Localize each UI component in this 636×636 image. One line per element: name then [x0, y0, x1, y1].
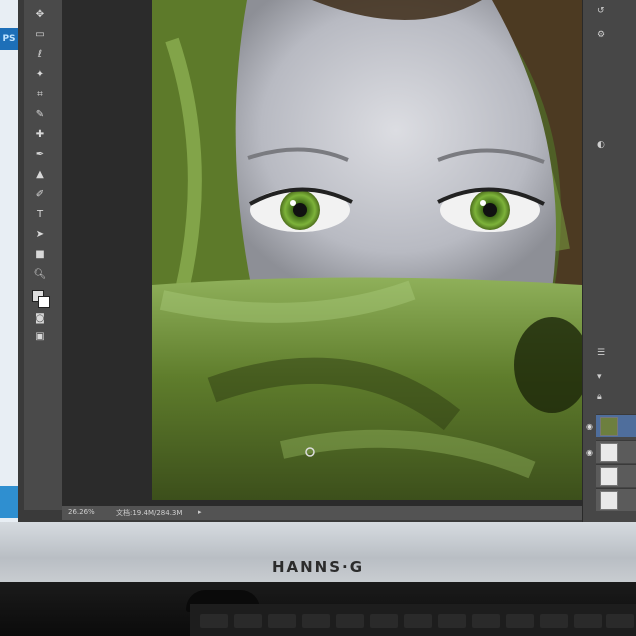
- stamp-tool-icon[interactable]: ▲: [32, 168, 48, 182]
- magic-wand-tool-icon[interactable]: ✦: [32, 68, 48, 82]
- eyedropper-tool-icon[interactable]: ✎: [32, 108, 48, 122]
- lasso-tool-icon[interactable]: ℓ: [32, 48, 48, 62]
- layers-tab-icon[interactable]: ☰: [597, 348, 617, 360]
- painting-illustration: [152, 0, 582, 500]
- move-tool-icon[interactable]: ✥: [32, 8, 48, 22]
- layer-thumbnail: [600, 417, 618, 436]
- marquee-tool-icon[interactable]: ▭: [32, 28, 48, 42]
- healing-tool-icon[interactable]: ✚: [32, 128, 48, 142]
- visibility-eye-icon[interactable]: ◉: [586, 422, 594, 431]
- shape-tool-icon[interactable]: ■: [32, 248, 48, 262]
- zoom-level[interactable]: 26.26%: [68, 508, 95, 516]
- properties-icon[interactable]: ⚙: [597, 30, 617, 42]
- layer-row[interactable]: [596, 414, 636, 437]
- photoshop-taskbar-badge[interactable]: PS: [0, 28, 18, 50]
- status-arrow-icon[interactable]: ▸: [198, 508, 202, 516]
- layer-thumbnail: [600, 491, 618, 510]
- document-size: 文档:19.4M/284.3M: [116, 509, 183, 517]
- color-swatches-icon[interactable]: [32, 290, 50, 308]
- adjust-icon[interactable]: ◐: [597, 140, 617, 152]
- layer-thumbnail: [600, 467, 618, 486]
- lock-icon[interactable]: 🔒︎: [597, 392, 617, 404]
- canvas-area[interactable]: [62, 0, 582, 510]
- crop-tool-icon[interactable]: ⌗: [32, 88, 48, 102]
- visibility-eye-icon[interactable]: ◉: [586, 448, 594, 457]
- artwork-canvas[interactable]: [152, 0, 582, 500]
- status-bar: 26.26% 文档:19.4M/284.3M ▸: [62, 506, 582, 520]
- blend-mode-icon[interactable]: ▾: [597, 372, 617, 384]
- tools-panel: ✥ ▭ ℓ ✦ ⌗ ✎ ✚ ✒ ▲ ✐ T ➤ ■ 🔍︎ ◙ ▣: [24, 0, 63, 510]
- zoom-tool-icon[interactable]: 🔍︎: [32, 268, 48, 282]
- layer-thumbnail: [600, 443, 618, 462]
- brush-tool-icon[interactable]: ✒: [32, 148, 48, 162]
- layer-row[interactable]: [596, 440, 636, 463]
- history-icon[interactable]: ↺: [597, 6, 617, 18]
- quick-mask-icon[interactable]: ◙: [32, 312, 48, 326]
- layer-row[interactable]: [596, 464, 636, 487]
- monitor-brand-logo: HANNS·G: [271, 558, 365, 576]
- layer-row[interactable]: [596, 488, 636, 511]
- pen-tool-icon[interactable]: ✐: [32, 188, 48, 202]
- type-tool-icon[interactable]: T: [32, 208, 48, 222]
- screen-mode-icon[interactable]: ▣: [32, 330, 48, 344]
- path-select-tool-icon[interactable]: ➤: [32, 228, 48, 242]
